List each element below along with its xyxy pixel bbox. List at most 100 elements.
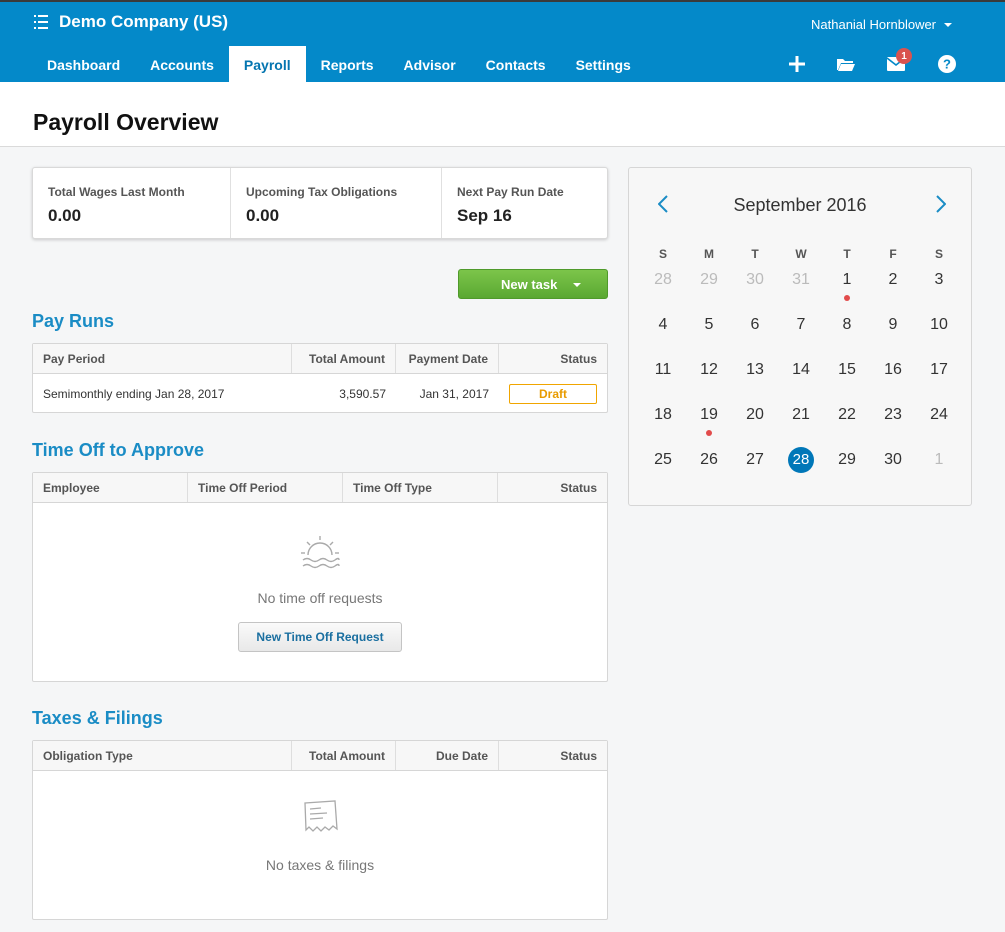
calendar-day[interactable]: 30: [740, 265, 770, 295]
calendar-day[interactable]: 16: [878, 355, 908, 385]
calendar-day[interactable]: 23: [878, 400, 908, 430]
calendar-day[interactable]: 6: [740, 310, 770, 340]
caret-down-icon[interactable]: [573, 283, 581, 287]
tab-settings[interactable]: Settings: [561, 46, 646, 84]
calendar-day[interactable]: 22: [832, 400, 862, 430]
calendar-day[interactable]: 30: [878, 445, 908, 475]
empty-state-text: No time off requests: [257, 590, 383, 606]
top-header: Demo Company (US) Nathanial Hornblower D…: [0, 0, 1005, 84]
calendar-day[interactable]: 18: [648, 400, 678, 430]
calendar-day[interactable]: 28: [648, 265, 678, 295]
calendar-month-title: September 2016: [733, 195, 867, 215]
calendar-day[interactable]: 7: [786, 310, 816, 340]
calendar-day[interactable]: 29: [694, 265, 724, 295]
page-header: Payroll Overview: [0, 82, 1005, 147]
pay-runs-title: Pay Runs: [32, 311, 115, 331]
table-row[interactable]: Semimonthly ending Jan 28, 2017 3,590.57…: [33, 374, 607, 413]
mail-icon[interactable]: 1: [885, 48, 912, 76]
calendar-day[interactable]: 15: [832, 355, 862, 385]
tab-contacts[interactable]: Contacts: [471, 46, 561, 84]
folder-icon[interactable]: [835, 52, 857, 76]
pay-period-cell: Semimonthly ending Jan 28, 2017: [43, 386, 225, 401]
summary-total-wages: Total Wages Last Month 0.00: [33, 168, 231, 238]
summary-card: Total Wages Last Month 0.00 Upcoming Tax…: [32, 167, 608, 239]
new-task-label: New task: [501, 277, 558, 292]
weekday-label: T: [843, 247, 851, 261]
calendar-day[interactable]: 12: [694, 355, 724, 385]
calendar-day[interactable]: 4: [648, 310, 678, 340]
calendar-day[interactable]: 14: [786, 355, 816, 385]
table-header: Employee Time Off Period Time Off Type S…: [33, 473, 607, 503]
payment-date-cell: Jan 31, 2017: [419, 386, 489, 401]
column-header[interactable]: Obligation Type: [33, 741, 292, 770]
summary-label: Total Wages Last Month: [48, 185, 185, 199]
calendar-day[interactable]: 5: [694, 310, 724, 340]
calendar-day[interactable]: 13: [740, 355, 770, 385]
calendar-day[interactable]: 26: [694, 445, 724, 475]
calendar-day[interactable]: 31: [786, 265, 816, 295]
column-header[interactable]: Total Amount: [292, 344, 396, 373]
table-header: Obligation Type Total Amount Due Date St…: [33, 741, 607, 771]
receipt-icon: [299, 799, 343, 840]
new-time-off-request-button[interactable]: New Time Off Request: [238, 622, 402, 652]
tab-payroll[interactable]: Payroll: [228, 46, 306, 84]
svg-text:?: ?: [943, 57, 951, 72]
summary-tax-obligations: Upcoming Tax Obligations 0.00: [231, 168, 442, 238]
calendar-day[interactable]: 1: [832, 265, 862, 295]
tab-reports[interactable]: Reports: [306, 46, 389, 84]
time-off-title: Time Off to Approve: [32, 440, 205, 460]
calendar-day[interactable]: 20: [740, 400, 770, 430]
weekday-label: T: [751, 247, 759, 261]
calendar-day-selected[interactable]: 28: [788, 447, 814, 473]
help-icon[interactable]: ?: [936, 52, 958, 76]
column-header[interactable]: Total Amount: [292, 741, 396, 770]
calendar-day[interactable]: 17: [924, 355, 954, 385]
calendar-day[interactable]: 24: [924, 400, 954, 430]
tab-advisor[interactable]: Advisor: [389, 46, 471, 84]
column-header[interactable]: Due Date: [396, 741, 499, 770]
table-header: Pay Period Total Amount Payment Date Sta…: [33, 344, 607, 374]
caret-down-icon: [944, 22, 953, 27]
summary-value: Sep 16: [457, 206, 512, 225]
column-header[interactable]: Pay Period: [33, 344, 292, 373]
calendar-day[interactable]: 8: [832, 310, 862, 340]
user-menu[interactable]: Nathanial Hornblower: [811, 17, 953, 32]
pay-runs-table: Pay Period Total Amount Payment Date Sta…: [32, 343, 608, 413]
status-cell: Draft: [499, 374, 607, 413]
column-header[interactable]: Status: [499, 344, 607, 373]
summary-value: 0.00: [48, 206, 82, 225]
tab-dashboard[interactable]: Dashboard: [32, 46, 135, 84]
column-header[interactable]: Payment Date: [396, 344, 499, 373]
calendar-day[interactable]: 19: [694, 400, 724, 430]
column-header[interactable]: Employee: [33, 473, 188, 502]
weekday-label: M: [704, 247, 714, 261]
weekday-label: S: [934, 247, 943, 261]
calendar-day[interactable]: 29: [832, 445, 862, 475]
calendar-day[interactable]: 9: [878, 310, 908, 340]
calendar-day[interactable]: 11: [648, 355, 678, 385]
org-switcher[interactable]: Demo Company (US): [34, 12, 228, 32]
column-header[interactable]: Status: [498, 473, 607, 502]
calendar-day[interactable]: 1: [924, 445, 954, 475]
chevron-right-icon[interactable]: [931, 192, 951, 216]
summary-label: Next Pay Run Date: [457, 185, 564, 199]
calendar-day[interactable]: 27: [740, 445, 770, 475]
event-dot: [706, 430, 712, 436]
column-header[interactable]: Time Off Period: [188, 473, 343, 502]
calendar-day[interactable]: 2: [878, 265, 908, 295]
calendar-day[interactable]: 25: [648, 445, 678, 475]
calendar-day[interactable]: 21: [786, 400, 816, 430]
calendar-day[interactable]: 3: [924, 265, 954, 295]
taxes-title: Taxes & Filings: [32, 708, 163, 728]
weekday-label: F: [889, 247, 897, 261]
column-header[interactable]: Time Off Type: [343, 473, 498, 502]
new-task-button[interactable]: New task: [458, 269, 608, 299]
time-off-table: Employee Time Off Period Time Off Type S…: [32, 472, 608, 682]
calendar-day[interactable]: 10: [924, 310, 954, 340]
plus-icon[interactable]: [786, 52, 808, 76]
column-header[interactable]: Status: [499, 741, 607, 770]
weekday-label: S: [658, 247, 667, 261]
total-amount-cell: 3,590.57: [339, 386, 386, 401]
tab-accounts[interactable]: Accounts: [135, 46, 229, 84]
main-nav: Dashboard Accounts Payroll Reports Advis…: [32, 46, 646, 84]
